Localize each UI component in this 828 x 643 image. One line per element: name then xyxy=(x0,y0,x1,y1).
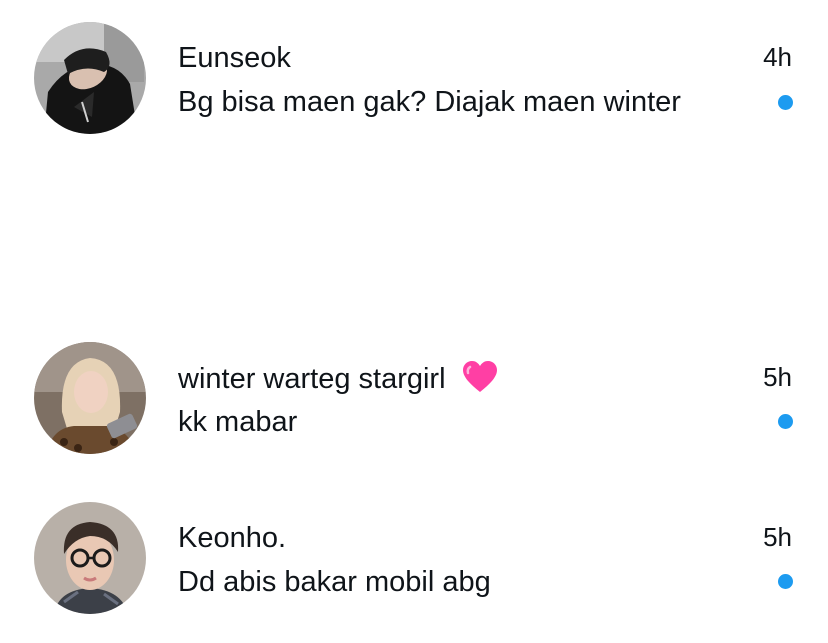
thread-timestamp: 4h xyxy=(763,42,792,72)
avatar[interactable] xyxy=(34,502,146,614)
thread-message-preview: Bg bisa maen gak? Diajak maen winter xyxy=(178,86,681,118)
avatar[interactable] xyxy=(34,342,146,454)
unread-indicator xyxy=(778,574,793,589)
thread-timestamp: 5h xyxy=(763,362,792,392)
thread-name: Keonho. xyxy=(178,522,287,554)
unread-indicator xyxy=(778,414,793,429)
unread-indicator xyxy=(778,95,793,110)
thread-name-text: winter warteg stargirl xyxy=(178,363,446,395)
user-avatar-icon xyxy=(34,342,146,454)
thread-name: Eunseok xyxy=(178,42,291,74)
thread-message-preview: kk mabar xyxy=(178,406,298,438)
pink-heart-icon xyxy=(462,360,498,394)
user-avatar-icon xyxy=(34,22,146,134)
avatar[interactable] xyxy=(34,22,146,134)
thread-message-preview: Dd abis bakar mobil abg xyxy=(178,566,491,598)
user-avatar-icon xyxy=(34,502,146,614)
dm-thread-keonho[interactable]: Keonho. Dd abis bakar mobil abg 5h xyxy=(0,490,828,630)
thread-name: winter warteg stargirl xyxy=(178,360,498,397)
dm-thread-eunseok[interactable]: Eunseok Bg bisa maen gak? Diajak maen wi… xyxy=(0,10,828,150)
thread-timestamp: 5h xyxy=(763,522,792,552)
dm-thread-winter-warteg-stargirl[interactable]: winter warteg stargirl kk mabar 5h xyxy=(0,330,828,470)
